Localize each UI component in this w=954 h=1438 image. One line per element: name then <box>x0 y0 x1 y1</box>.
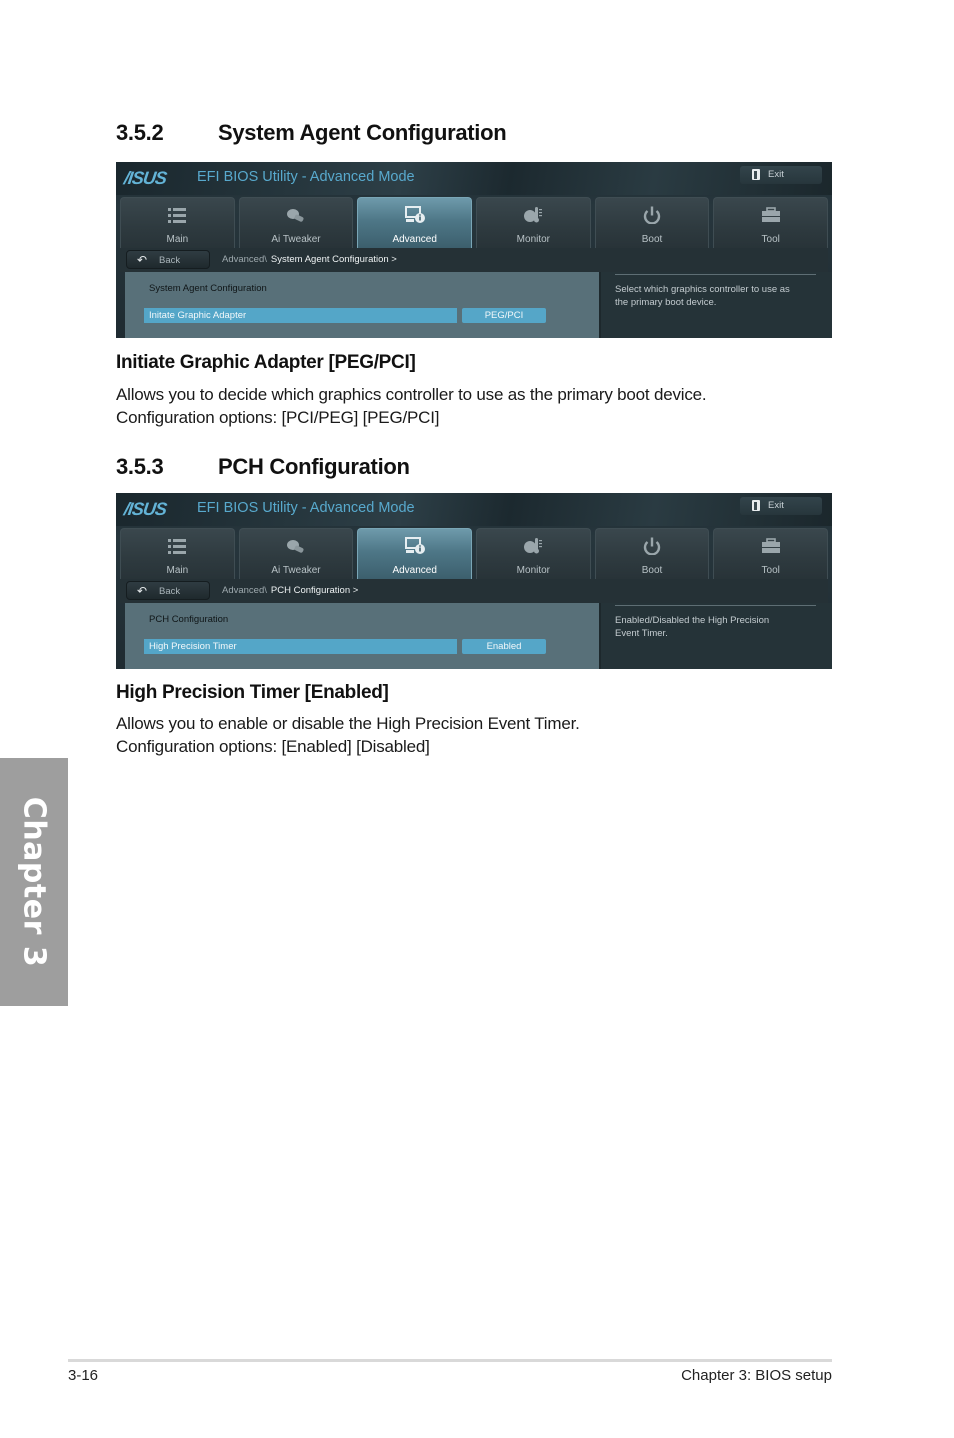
thermometer-icon <box>524 538 543 554</box>
bios-tabs: Main Ai Tweaker Advanced Monitor Boot To… <box>120 528 829 579</box>
tab-tool[interactable]: Tool <box>713 528 829 579</box>
back-button[interactable]: ↶ Back <box>126 581 210 600</box>
exit-label: Exit <box>768 500 784 511</box>
tab-monitor[interactable]: Monitor <box>476 197 591 248</box>
tweaker-icon <box>287 209 304 222</box>
description-line: Allows you to enable or disable the High… <box>116 714 580 733</box>
bios-titlebar: /ISUS EFI BIOS Utility - Advanced Mode E… <box>116 493 832 526</box>
section-heading-3-5-3: 3.5.3 PCH Configuration <box>116 454 410 480</box>
bios-navbar: ↶ Back Advanced\ PCH Configuration > <box>120 579 828 603</box>
item-description: Allows you to enable or disable the High… <box>116 712 580 758</box>
exit-button[interactable]: Exit <box>740 166 822 184</box>
tab-main[interactable]: Main <box>120 197 235 248</box>
item-description: Allows you to decide which graphics cont… <box>116 383 707 429</box>
tab-ai-tweaker[interactable]: Ai Tweaker <box>238 197 354 248</box>
bios-app-title: EFI BIOS Utility - Advanced Mode <box>197 500 415 516</box>
bios-content-panel: PCH Configuration High Precision Timer E… <box>125 603 599 669</box>
breadcrumb: Advanced\ PCH Configuration > <box>222 585 358 596</box>
bios-navbar: ↶ Back Advanced\ System Agent Configurati… <box>120 248 828 272</box>
configuration-options: Configuration options: [PCI/PEG] [PEG/PC… <box>116 408 440 427</box>
tab-label: Tool <box>761 234 780 245</box>
tab-ai-tweaker[interactable]: Ai Tweaker <box>238 528 354 579</box>
description-line: Allows you to decide which graphics cont… <box>116 385 707 404</box>
exit-label: Exit <box>768 169 784 180</box>
exit-door-icon <box>752 169 760 180</box>
tab-label: Main <box>166 565 189 576</box>
tab-label: Advanced <box>392 234 437 245</box>
help-text: Select which graphics controller to use … <box>615 284 790 308</box>
bios-screenshot-system-agent: /ISUS EFI BIOS Utility - Advanced Mode E… <box>116 162 832 338</box>
back-label: Back <box>159 586 181 597</box>
section-number: 3.5.3 <box>116 454 164 479</box>
bios-tabs: Main Ai Tweaker Advanced Monitor Boot To… <box>120 197 829 248</box>
tab-label: Monitor <box>516 565 551 576</box>
help-divider <box>615 274 816 275</box>
breadcrumb-current: PCH Configuration > <box>270 585 359 596</box>
chapter-side-tab: Chapter 3 <box>0 758 68 1006</box>
bios-help-panel: Select which graphics controller to use … <box>599 272 832 338</box>
tab-boot[interactable]: Boot <box>594 528 710 579</box>
power-icon <box>643 206 661 224</box>
power-icon <box>643 537 661 555</box>
tab-main[interactable]: Main <box>120 528 235 579</box>
list-icon <box>168 539 187 554</box>
back-arrow-icon: ↶ <box>137 253 148 267</box>
section-title: PCH Configuration <box>218 454 410 479</box>
setting-value-dropdown[interactable]: Enabled <box>462 639 546 654</box>
tab-label: Ai Tweaker <box>271 234 321 245</box>
bios-app-title: EFI BIOS Utility - Advanced Mode <box>197 169 415 185</box>
breadcrumb-parent[interactable]: Advanced\ <box>222 254 267 265</box>
tab-label: Tool <box>761 565 780 576</box>
group-title: PCH Configuration <box>149 614 229 625</box>
page-number: 3-16 <box>68 1367 99 1384</box>
breadcrumb-parent[interactable]: Advanced\ <box>222 585 267 596</box>
asus-logo: /ISUS <box>122 499 168 519</box>
bios-titlebar: /ISUS EFI BIOS Utility - Advanced Mode E… <box>116 162 832 195</box>
setting-value-dropdown[interactable]: PEG/PCI <box>462 308 546 323</box>
help-divider <box>615 605 816 606</box>
item-heading: Initiate Graphic Adapter [PEG/PCI] <box>116 352 416 373</box>
section-number: 3.5.2 <box>116 120 164 145</box>
exit-button[interactable]: Exit <box>740 497 822 515</box>
section-heading-3-5-2: 3.5.2 System Agent Configuration <box>116 120 507 146</box>
bios-screenshot-pch: /ISUS EFI BIOS Utility - Advanced Mode E… <box>116 493 832 669</box>
toolbox-icon <box>761 538 780 553</box>
footer-divider <box>68 1359 832 1362</box>
asus-logo: /ISUS <box>122 168 168 188</box>
tab-advanced[interactable]: Advanced <box>357 197 473 248</box>
tab-label: Boot <box>641 565 663 576</box>
tweaker-icon <box>287 540 304 553</box>
tab-tool[interactable]: Tool <box>713 197 829 248</box>
setting-row-initiate-graphic-adapter[interactable]: Initate Graphic Adapter <box>144 308 457 323</box>
tab-boot[interactable]: Boot <box>594 197 710 248</box>
section-title: System Agent Configuration <box>218 120 507 145</box>
thermometer-icon <box>524 207 543 223</box>
tab-advanced[interactable]: Advanced <box>357 528 473 579</box>
advanced-info-icon <box>404 206 425 223</box>
back-label: Back <box>159 255 181 266</box>
footer-chapter-title: Chapter 3: BIOS setup <box>681 1367 832 1384</box>
group-title: System Agent Configuration <box>149 283 267 294</box>
tab-label: Monitor <box>516 234 551 245</box>
setting-row-high-precision-timer[interactable]: High Precision Timer <box>144 639 457 654</box>
breadcrumb-current: System Agent Configuration > <box>270 254 397 265</box>
exit-door-icon <box>752 500 760 511</box>
help-text: Enabled/Disabled the High Precision Even… <box>615 615 770 639</box>
tab-label: Ai Tweaker <box>271 565 321 576</box>
item-heading: High Precision Timer [Enabled] <box>116 682 389 703</box>
bios-content-panel: System Agent Configuration Initate Graph… <box>125 272 599 338</box>
tab-label: Main <box>166 234 189 245</box>
back-button[interactable]: ↶ Back <box>126 250 210 269</box>
back-arrow-icon: ↶ <box>137 584 148 598</box>
advanced-info-icon <box>404 537 425 554</box>
tab-monitor[interactable]: Monitor <box>476 528 591 579</box>
tab-label: Boot <box>641 234 663 245</box>
bios-help-panel: Enabled/Disabled the High Precision Even… <box>599 603 832 669</box>
toolbox-icon <box>761 207 780 222</box>
chapter-tab-label: Chapter 3 <box>16 796 52 968</box>
configuration-options: Configuration options: [Enabled] [Disabl… <box>116 737 430 756</box>
tab-label: Advanced <box>392 565 437 576</box>
list-icon <box>168 208 187 223</box>
breadcrumb: Advanced\ System Agent Configuration > <box>222 254 397 265</box>
